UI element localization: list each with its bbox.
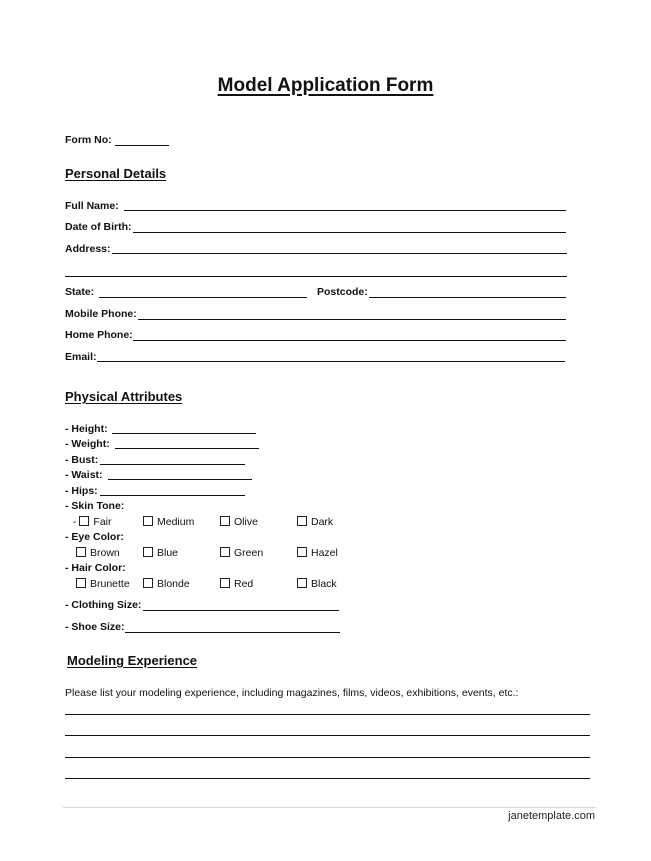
checkbox-icon[interactable] [220,547,230,557]
checkbox-icon[interactable] [76,578,86,588]
mobile-phone-label: Mobile Phone: [65,308,137,320]
checkbox-icon[interactable] [220,516,230,526]
form-title: Model Application Form [217,75,434,96]
email-label: Email: [65,351,97,363]
address-label: Address: [65,243,111,255]
checkbox-icon[interactable] [220,578,230,588]
checkbox-icon[interactable] [297,578,307,588]
checkbox-icon[interactable] [143,547,153,557]
height-label: - Height: [65,423,108,435]
home-phone-label: Home Phone: [65,329,133,341]
footer-divider [63,807,596,808]
skin-tone-label: - Skin Tone: [65,500,125,512]
address-field-line-2[interactable] [65,276,567,277]
clothing-size-field[interactable] [143,610,339,611]
skin-option-medium[interactable]: Medium [143,516,194,528]
experience-line-4[interactable] [65,778,590,779]
bust-field[interactable] [100,464,245,465]
postcode-label: Postcode: [317,286,368,298]
hair-option-blonde[interactable]: Blonde [143,578,190,590]
clothing-size-label: - Clothing Size: [65,599,142,611]
experience-line-2[interactable] [65,735,590,736]
eye-option-blue[interactable]: Blue [143,547,178,559]
hips-label: - Hips: [65,485,98,497]
eye-option-brown[interactable]: Brown [76,547,120,559]
hips-field[interactable] [100,495,245,496]
full-name-label: Full Name: [65,200,119,212]
form-no-field[interactable] [115,145,169,146]
eye-option-hazel[interactable]: Hazel [297,547,338,559]
hair-option-red[interactable]: Red [220,578,253,590]
full-name-field[interactable] [124,210,566,211]
experience-line-3[interactable] [65,757,590,758]
height-field[interactable] [112,433,256,434]
skin-option-dark[interactable]: Dark [297,516,333,528]
eye-color-label: - Eye Color: [65,531,124,543]
mobile-phone-field[interactable] [138,319,566,320]
checkbox-icon[interactable] [79,516,90,526]
section-personal-details: Personal Details [65,166,167,181]
skin-option-olive[interactable]: Olive [220,516,258,528]
skin-option-fair[interactable]: - Fair [73,516,112,528]
checkbox-icon[interactable] [143,578,153,588]
weight-field[interactable] [115,448,259,449]
checkbox-icon[interactable] [297,547,307,557]
form-no-label: Form No: [65,134,112,146]
state-label: State: [65,286,95,298]
address-field-line-1[interactable] [112,253,567,254]
weight-label: - Weight: [65,438,110,450]
email-field[interactable] [97,361,565,362]
hair-option-black[interactable]: Black [297,578,337,590]
home-phone-field[interactable] [133,340,566,341]
footer-site[interactable]: janetemplate.com [508,810,595,822]
experience-prompt: Please list your modeling experience, in… [65,687,519,699]
shoe-size-label: - Shoe Size: [65,621,125,633]
postcode-field[interactable] [369,297,566,298]
hair-color-label: - Hair Color: [65,562,126,574]
waist-field[interactable] [108,479,252,480]
state-field[interactable] [99,297,307,298]
shoe-size-field[interactable] [125,632,340,633]
bust-label: - Bust: [65,454,99,466]
checkbox-icon[interactable] [143,516,153,526]
experience-line-1[interactable] [65,714,590,715]
checkbox-icon[interactable] [76,547,86,557]
eye-option-green[interactable]: Green [220,547,263,559]
section-physical-attributes: Physical Attributes [65,389,183,404]
checkbox-icon[interactable] [297,516,307,526]
section-modeling-experience: Modeling Experience [67,653,198,668]
dob-label: Date of Birth: [65,221,132,233]
waist-label: - Waist: [65,469,103,481]
dob-field[interactable] [133,232,566,233]
hair-option-brunette[interactable]: Brunette [76,578,130,590]
